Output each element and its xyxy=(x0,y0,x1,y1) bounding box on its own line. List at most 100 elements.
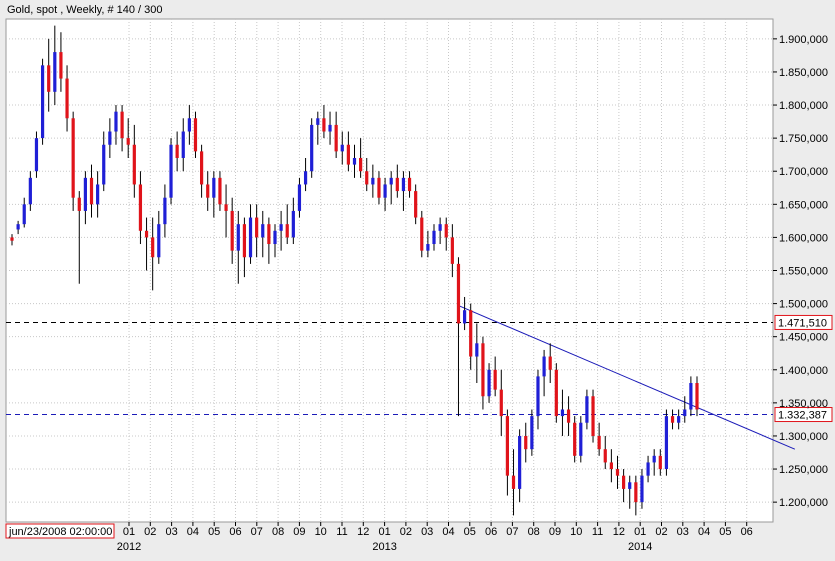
candle-body xyxy=(267,224,271,245)
candle xyxy=(310,118,314,178)
x-tick-label: 11 xyxy=(592,526,603,538)
candle-body xyxy=(585,396,589,423)
x-tick-label: 09 xyxy=(549,526,561,538)
candle-body xyxy=(169,144,173,198)
x-tick-label: 02 xyxy=(400,526,412,538)
candle-body xyxy=(658,455,662,470)
candle-body xyxy=(634,482,638,503)
candle-body xyxy=(261,224,265,238)
candle-body xyxy=(322,118,326,132)
candle-body xyxy=(40,65,45,139)
candle-body xyxy=(22,204,26,225)
x-tick-label: 03 xyxy=(165,526,177,538)
candle-body xyxy=(316,118,320,125)
candle-body xyxy=(420,217,424,251)
candle-body xyxy=(615,469,620,476)
candle xyxy=(420,210,424,258)
y-tick-label: 1.800,000 xyxy=(779,100,828,112)
x-tick-label: 05 xyxy=(719,526,731,538)
candle-body xyxy=(291,210,295,238)
candle xyxy=(34,131,39,178)
candle xyxy=(169,138,173,205)
candle-body xyxy=(285,224,289,238)
candle xyxy=(579,416,583,463)
y-tick-label: 1.350,000 xyxy=(779,398,828,410)
candle-body xyxy=(47,65,51,92)
candle-body xyxy=(28,177,32,205)
y-tick-label: 1.500,000 xyxy=(779,299,828,311)
candle-body xyxy=(126,138,130,145)
candle-body xyxy=(646,462,650,476)
x-tick-label: 01 xyxy=(123,526,135,538)
y-tick-label: 1.750,000 xyxy=(779,133,828,145)
candle-body xyxy=(83,177,87,211)
candle-body xyxy=(328,124,332,132)
candle-body xyxy=(573,422,577,456)
candle xyxy=(591,389,595,443)
cursor-date-label: jun/23/2008 02:00:00 xyxy=(8,526,112,538)
candle-body xyxy=(591,396,595,436)
x-tick-label: 05 xyxy=(464,526,476,538)
candle-body xyxy=(469,310,473,357)
candle-body xyxy=(346,144,350,165)
y-tick-label: 1.650,000 xyxy=(779,199,828,211)
x-tick-label: 04 xyxy=(187,526,199,538)
x-tick-label: 02 xyxy=(655,526,667,538)
candle-body xyxy=(303,171,308,185)
candle-body xyxy=(181,131,185,158)
candle-body xyxy=(151,237,155,258)
candle-body xyxy=(10,237,14,241)
candle-body xyxy=(628,482,632,489)
candle-body xyxy=(96,184,100,205)
candle-body xyxy=(579,422,583,456)
candle-body xyxy=(670,416,675,423)
x-tick-label: 04 xyxy=(442,526,454,538)
candle-body xyxy=(212,177,216,198)
price-chart[interactable]: 1.471,510 1.332,387 1.200,000 1.250,000 1.3… xyxy=(0,0,835,561)
price-level-label: 1.471,510 xyxy=(778,317,827,329)
candle-body xyxy=(554,369,558,417)
x-tick-label: 06 xyxy=(229,526,241,538)
candle xyxy=(664,409,669,476)
candle-body xyxy=(297,184,302,211)
candle-body xyxy=(407,177,412,192)
candle-body xyxy=(640,475,644,503)
candle-body xyxy=(487,369,491,397)
candle-body xyxy=(499,389,503,417)
candle-body xyxy=(622,475,626,489)
candle-body xyxy=(255,217,259,238)
y-axis: 1.200,000 1.250,000 1.300,000 1.350,000 1.40… xyxy=(773,34,828,509)
candle-body xyxy=(481,343,485,397)
x-tick-label: 01 xyxy=(634,526,646,538)
candle-body xyxy=(157,224,161,258)
x-tick-label: 01 xyxy=(378,526,390,538)
candle xyxy=(71,111,75,211)
candle xyxy=(193,111,198,158)
x-tick-label: 07 xyxy=(506,526,518,538)
candle-body xyxy=(560,409,565,417)
candle-body xyxy=(530,416,534,450)
candle-body xyxy=(273,230,277,245)
candle-body xyxy=(462,310,467,324)
x-tick-label: 11 xyxy=(336,526,347,538)
x-tick-label: 10 xyxy=(315,526,327,538)
candle-body xyxy=(456,263,461,324)
candle-body xyxy=(493,369,497,390)
candle xyxy=(573,416,577,463)
candle-body xyxy=(438,224,442,231)
candle-body xyxy=(695,383,699,410)
candle-body xyxy=(340,144,344,152)
candle-body xyxy=(132,144,136,185)
chart-window[interactable]: 1.471,510 1.332,387 1.200,000 1.250,000 1.3… xyxy=(0,0,835,561)
candle xyxy=(554,363,558,423)
candle-body xyxy=(359,157,363,172)
candle-body xyxy=(383,184,387,198)
y-tick-label: 1.250,000 xyxy=(779,464,828,476)
candle-body xyxy=(518,435,522,489)
candle-body xyxy=(677,416,681,423)
candle-body xyxy=(548,356,552,370)
candle-body xyxy=(444,224,448,238)
candle-body xyxy=(65,78,69,119)
y-tick-label: 1.600,000 xyxy=(779,232,828,244)
candle-body xyxy=(53,52,57,92)
